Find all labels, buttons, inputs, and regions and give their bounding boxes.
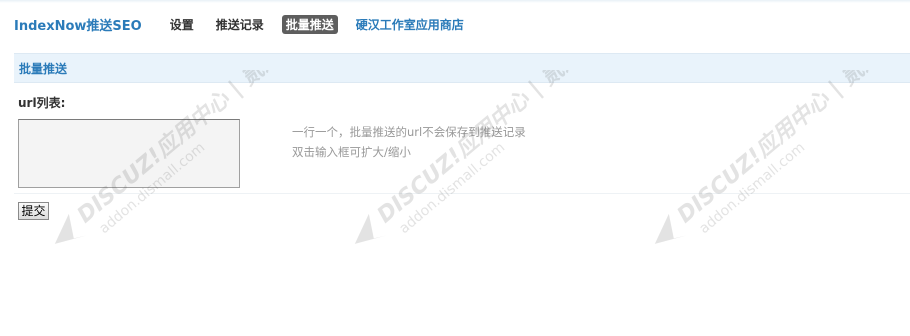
top-strip <box>0 0 910 3</box>
watermark-logo-2: DISCUZ!应用中心 | 贰道 addon.dismall.com <box>354 40 589 244</box>
watermark-arrow-icon <box>354 213 387 244</box>
nav-item-app-store[interactable]: 硬汉工作室应用商店 <box>352 15 468 34</box>
watermark-2: DISCUZ!应用中心 | 贰道 addon.dismall.com <box>340 40 600 270</box>
top-nav: IndexNow推送SEO 设置 推送记录 批量推送 硬汉工作室应用商店 <box>14 14 482 34</box>
page: IndexNow推送SEO 设置 推送记录 批量推送 硬汉工作室应用商店 批量推… <box>0 0 910 336</box>
watermark-arrow-icon <box>654 213 687 244</box>
url-list-textarea[interactable] <box>18 119 240 188</box>
url-list-label: url列表: <box>18 96 66 110</box>
watermark-text-3a: DISCUZ!应用中心 | 贰道 <box>672 70 889 228</box>
row-divider <box>14 193 910 194</box>
hint-line-1: 一行一个，批量推送的url不会保存到推送记录 <box>292 125 526 139</box>
nav-item-settings[interactable]: 设置 <box>166 15 198 34</box>
section-header: 批量推送 <box>14 53 910 83</box>
watermark-3: DISCUZ!应用中心 | 贰道 addon.dismall.com <box>640 40 900 270</box>
hint-line-2: 双击输入框可扩大/缩小 <box>292 145 411 159</box>
watermark-logo-3: DISCUZ!应用中心 | 贰道 addon.dismall.com <box>654 40 889 244</box>
watermark-arrow-icon <box>54 213 87 244</box>
section-title: 批量推送 <box>19 61 68 76</box>
submit-button[interactable]: 提交 <box>18 202 49 220</box>
app-brand[interactable]: IndexNow推送SEO <box>14 15 142 34</box>
field-hint: 一行一个，批量推送的url不会保存到推送记录 双击输入框可扩大/缩小 <box>292 122 526 162</box>
watermark-text-3b: addon.dismall.com <box>696 140 808 238</box>
nav-item-push-records[interactable]: 推送记录 <box>212 15 268 34</box>
nav-item-batch-push[interactable]: 批量推送 <box>281 14 338 34</box>
